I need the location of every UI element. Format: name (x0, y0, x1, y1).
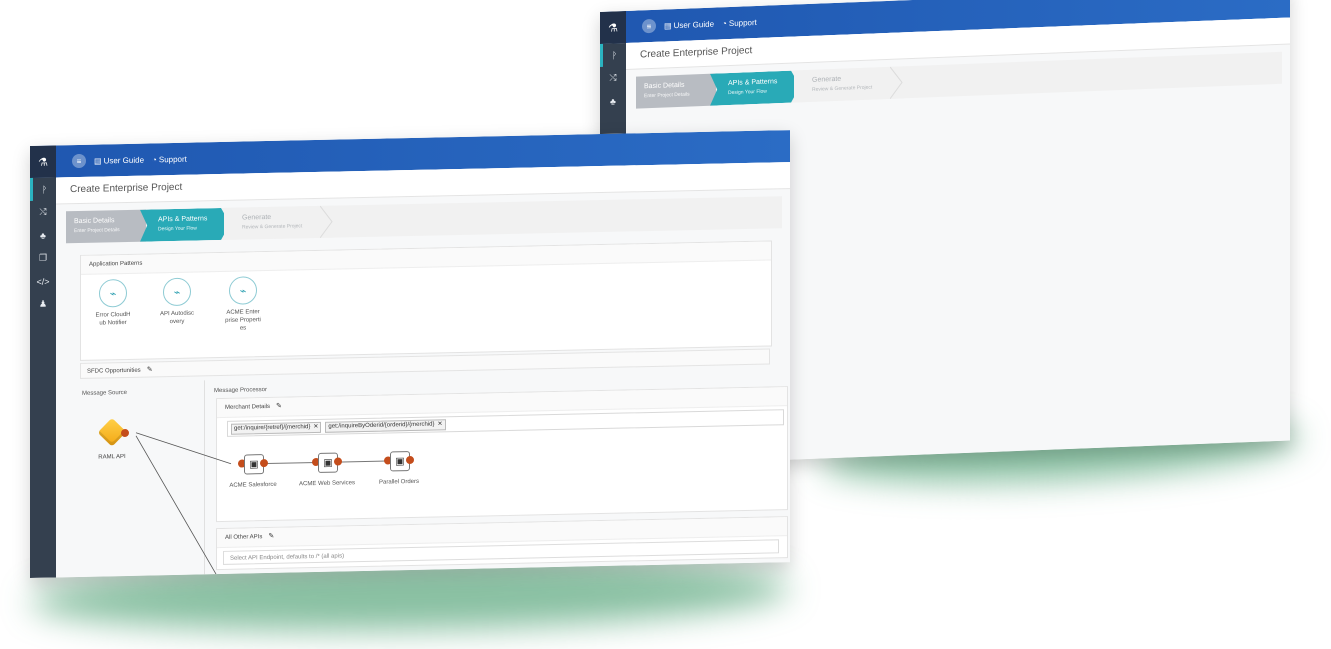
shuffle-icon[interactable]: ⤭ (30, 200, 56, 224)
user-guide-link[interactable]: ▤ User Guide (664, 19, 714, 30)
user-add-icon[interactable]: ♟ (30, 292, 56, 316)
chat-icon: ◔ (722, 18, 727, 28)
copy-icon[interactable]: ❐ (30, 246, 56, 270)
step-generate[interactable]: Generate Review & Generate Project (794, 66, 904, 103)
scene: ⚗ ≡ ▤ User Guide ◔ Support ᚹ ⤭ ♣ Create En… (0, 0, 1331, 649)
support-link[interactable]: ◔ Support (722, 17, 757, 27)
book-icon: ▤ (664, 20, 672, 31)
sitemap-icon[interactable]: ♣ (30, 223, 56, 247)
sitemap-icon[interactable]: ♣ (600, 89, 626, 113)
main-content: Create Enterprise Project Basic Details E… (56, 162, 790, 579)
step-apis-patterns[interactable]: APIs & Patterns Design Your Flow (710, 70, 800, 105)
step-basic-details[interactable]: Basic Details Enter Project Details (636, 73, 716, 109)
flow-icon[interactable]: ᚹ (600, 43, 626, 67)
chat-icon: ◔ (152, 154, 157, 164)
shuffle-icon[interactable]: ⤭ (600, 66, 626, 90)
front-window: ⚗ ≡ ▤ User Guide ◔ Support ᚹ ⤭ ♣ ❐ </> ♟ C… (30, 130, 790, 579)
flow-wires (135, 432, 232, 575)
support-link[interactable]: ◔ Support (152, 154, 187, 164)
menu-icon[interactable]: ≡ (72, 153, 86, 169)
flow-icon[interactable]: ᚹ (30, 177, 56, 201)
sidebar: ᚹ ⤭ ♣ ❐ </> ♟ (30, 177, 56, 578)
user-guide-link[interactable]: ▤ User Guide (94, 155, 144, 165)
code-icon[interactable]: </> (30, 269, 56, 293)
flask-icon[interactable]: ⚗ (30, 145, 56, 178)
menu-icon[interactable]: ≡ (642, 18, 656, 34)
flask-icon[interactable]: ⚗ (600, 11, 626, 44)
book-icon: ▤ (94, 156, 102, 166)
wizard-chevron (890, 66, 903, 99)
